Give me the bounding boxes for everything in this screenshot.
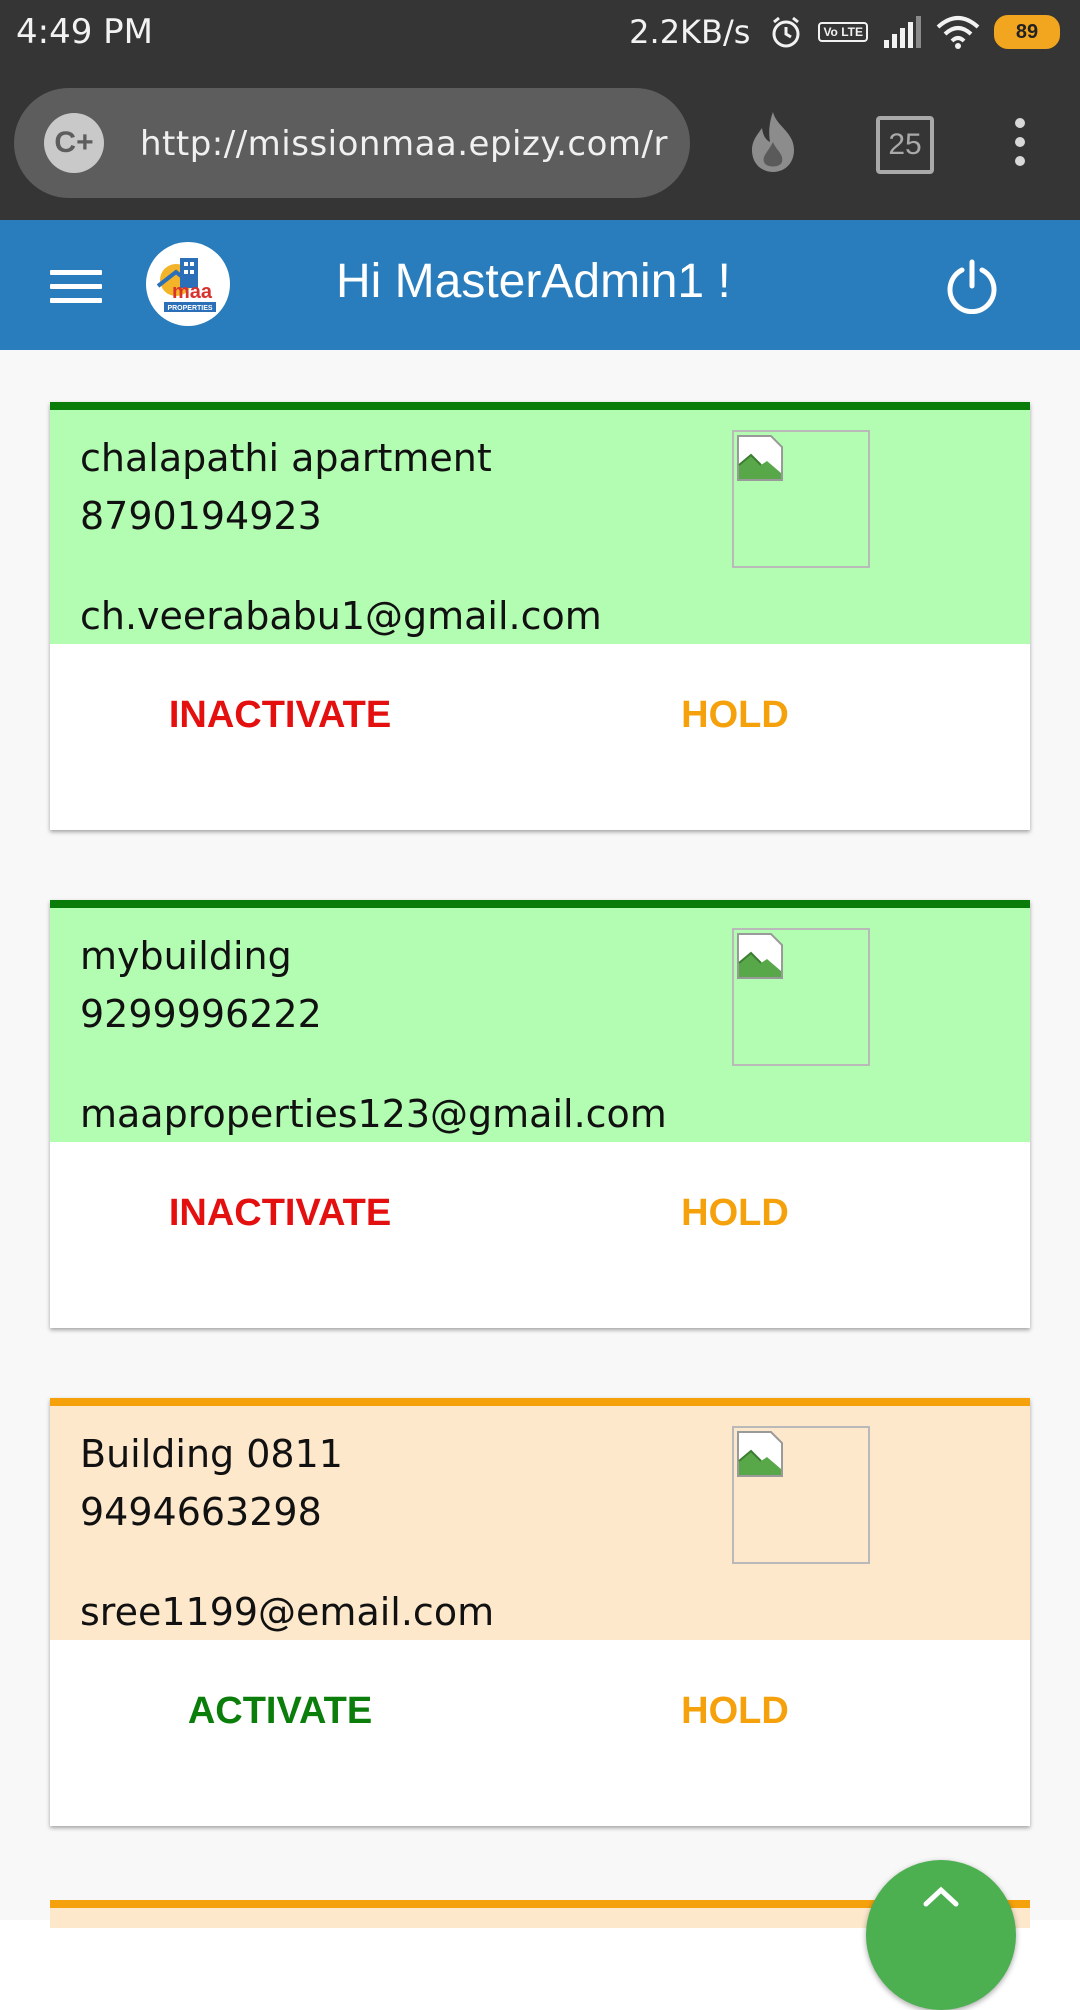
svg-text:PROPERTIES: PROPERTIES	[167, 305, 212, 312]
building-phone: 8790194923	[80, 494, 322, 538]
building-list: chalapathi apartment 8790194923 ch.veera…	[0, 350, 1080, 1920]
building-card: Building 0811 9494663298 sree1199@email.…	[50, 1398, 1030, 1826]
flame-icon[interactable]	[746, 110, 800, 174]
inactivate-button[interactable]: INACTIVATE	[50, 1192, 510, 1235]
chevron-up-icon	[923, 1886, 959, 1907]
volte-icon: Vo LTE	[818, 22, 868, 42]
activate-button[interactable]: ACTIVATE	[50, 1690, 510, 1733]
building-image	[732, 928, 870, 1066]
maa-properties-logo: maa PROPERTIES	[146, 242, 230, 326]
card-info: mybuilding 9299996222 maaproperties123@g…	[50, 900, 1030, 1142]
url-bar[interactable]: C+ http://missionmaa.epizy.com/r	[14, 88, 690, 198]
building-card: mybuilding 9299996222 maaproperties123@g…	[50, 900, 1030, 1328]
url-text[interactable]: http://missionmaa.epizy.com/r	[140, 124, 670, 164]
building-name: mybuilding	[80, 934, 292, 978]
status-time: 4:49 PM	[16, 12, 153, 52]
signal-icon	[884, 16, 921, 48]
building-card: chalapathi apartment 8790194923 ch.veera…	[50, 402, 1030, 830]
scroll-top-button[interactable]	[866, 1860, 1016, 2010]
alarm-icon	[772, 16, 800, 48]
more-options-icon[interactable]	[1008, 118, 1032, 166]
network-speed: 2.2KB/s	[629, 13, 751, 51]
building-image	[732, 430, 870, 568]
card-actions: INACTIVATE HOLD	[50, 644, 1030, 830]
building-email: sree1199@email.com	[80, 1590, 495, 1634]
hold-button[interactable]: HOLD	[650, 1192, 820, 1235]
site-info-icon[interactable]: C+	[44, 113, 104, 173]
inactivate-button[interactable]: INACTIVATE	[50, 694, 510, 737]
tabs-count-button[interactable]: 25	[876, 116, 934, 174]
battery-icon: 89	[994, 15, 1060, 49]
status-icons: 2.2KB/s Vo LTE 89	[629, 10, 1060, 54]
card-info: Building 0811 9494663298 sree1199@email.…	[50, 1398, 1030, 1640]
building-email: maaproperties123@gmail.com	[80, 1092, 667, 1136]
wifi-icon	[936, 16, 980, 49]
status-bar: 4:49 PM 2.2KB/s Vo LTE 89	[0, 0, 1080, 64]
card-actions: INACTIVATE HOLD	[50, 1142, 1030, 1328]
power-icon[interactable]	[944, 258, 1000, 314]
menu-icon[interactable]	[50, 270, 102, 304]
building-email: ch.veerababu1@gmail.com	[80, 594, 602, 638]
svg-text:maa: maa	[172, 281, 213, 303]
broken-image-icon	[737, 1431, 783, 1477]
building-name: chalapathi apartment	[80, 436, 492, 480]
broken-image-icon	[737, 435, 783, 481]
building-image	[732, 1426, 870, 1564]
building-phone: 9299996222	[80, 992, 322, 1036]
logo-graphic: maa PROPERTIES	[156, 258, 216, 312]
card-actions: ACTIVATE HOLD	[50, 1640, 1030, 1826]
app-header: maa PROPERTIES Hi MasterAdmin1 !	[0, 220, 1080, 350]
page-title: Hi MasterAdmin1 !	[336, 255, 731, 308]
broken-image-icon	[737, 933, 783, 979]
hold-button[interactable]: HOLD	[650, 1690, 820, 1733]
hold-button[interactable]: HOLD	[650, 694, 820, 737]
card-info: chalapathi apartment 8790194923 ch.veera…	[50, 402, 1030, 644]
building-phone: 9494663298	[80, 1490, 322, 1534]
building-name: Building 0811	[80, 1432, 343, 1476]
